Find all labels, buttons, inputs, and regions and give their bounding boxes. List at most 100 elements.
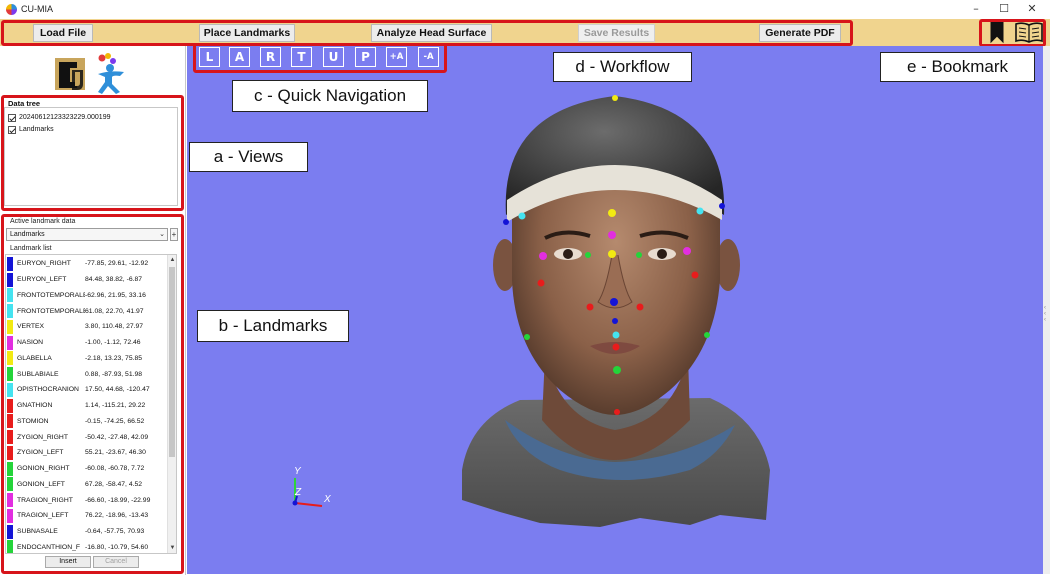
landmark-color-swatch xyxy=(7,382,13,397)
analyze-head-surface-button[interactable]: Analyze Head Surface xyxy=(371,24,492,42)
zoom-out-icon[interactable]: -A xyxy=(418,47,439,67)
landmark-coordinates: 55.21, -23.67, 46.30 xyxy=(85,449,146,457)
tree-item-label: Landmarks xyxy=(19,126,54,133)
landmark-name: GONION_LEFT xyxy=(17,480,65,488)
landmarks-callout: b - Landmarks xyxy=(197,310,349,342)
landmark-list-scrollbar[interactable]: ▲ ▼ xyxy=(167,255,176,553)
landmark-row[interactable]: GONION_RIGHT -60.08, -60.78, 7.72 xyxy=(7,461,167,477)
landmark-color-swatch xyxy=(7,367,13,382)
maximize-button[interactable]: ☐ xyxy=(996,2,1012,16)
landmarks-checkbox[interactable] xyxy=(8,125,16,134)
landmark-color-swatch xyxy=(7,477,13,492)
scroll-up-icon[interactable]: ▲ xyxy=(168,255,176,265)
landmark-row[interactable]: SUBNASALE -0.64, -57.75, 70.93 xyxy=(7,524,167,540)
cancel-button[interactable]: Cancel xyxy=(93,556,139,568)
axis-z-label: Z xyxy=(295,487,302,498)
landmark-color-swatch xyxy=(7,272,13,287)
splitter-handle-icon[interactable]: ‹ ‹ ‹ xyxy=(1044,305,1046,323)
chevron-down-icon: ⌄ xyxy=(159,231,165,238)
landmark-color-swatch xyxy=(7,351,13,366)
dataset-checkbox[interactable] xyxy=(8,113,16,122)
landmark-row[interactable]: GONION_LEFT 67.28, -58.47, 4.52 xyxy=(7,477,167,493)
landmark-color-swatch xyxy=(7,493,13,508)
landmark-name: ZYGION_RIGHT xyxy=(17,433,68,441)
landmark-coordinates: -0.15, -74.25, 66.52 xyxy=(85,417,145,425)
landmark-row[interactable]: FRONTOTEMPORALE -62.96, 21.95, 33.16 xyxy=(7,288,167,304)
landmark-color-swatch xyxy=(7,304,13,319)
view-under-icon[interactable]: U xyxy=(323,47,344,67)
landmark-row[interactable]: NASION -1.00, -1.12, 72.46 xyxy=(7,335,167,351)
generate-pdf-button[interactable]: Generate PDF xyxy=(759,24,841,42)
app-logo-icon xyxy=(6,4,17,15)
title-bar: CU-MIA – ☐ ✕ xyxy=(0,0,1050,19)
landmark-name: VERTEX xyxy=(17,323,45,331)
landmark-name: EURYON_RIGHT xyxy=(17,260,71,268)
tree-item-landmarks[interactable]: Landmarks xyxy=(8,124,54,135)
landmark-row[interactable]: TRAGION_LEFT 76.22, -18.96, -13.43 xyxy=(7,508,167,524)
landmark-color-swatch xyxy=(7,319,13,334)
view-top-icon[interactable]: T xyxy=(291,47,312,67)
close-button[interactable]: ✕ xyxy=(1024,2,1040,16)
landmark-row[interactable]: FRONTOTEMPORALE 61.08, 22.70, 41.97 xyxy=(7,303,167,319)
landmark-name: FRONTOTEMPORALE xyxy=(17,307,85,315)
landmark-coordinates: 1.14, -115.21, 29.22 xyxy=(85,402,146,410)
zoom-in-icon[interactable]: +A xyxy=(386,47,407,67)
load-file-button[interactable]: Load File xyxy=(33,24,93,42)
landmark-name: EURYON_LEFT xyxy=(17,276,67,284)
landmark-coordinates: -60.08, -60.78, 7.72 xyxy=(85,465,145,473)
landmark-color-swatch xyxy=(7,461,13,476)
app-window: CU-MIA – ☐ ✕ Load File Place Landmarks A… xyxy=(0,0,1050,575)
add-landmark-set-button[interactable]: + xyxy=(170,228,178,241)
landmark-coordinates: 3.80, 110.48, 27.97 xyxy=(85,323,144,331)
landmark-coordinates: 76.22, -18.96, -13.43 xyxy=(85,512,149,520)
landmark-color-swatch xyxy=(7,508,13,523)
university-logo xyxy=(50,50,136,96)
minimize-button[interactable]: – xyxy=(968,2,984,16)
landmark-row[interactable]: SUBLABIALE 0.88, -87.93, 51.98 xyxy=(7,366,167,382)
landmark-row[interactable]: EURYON_RIGHT -77.85, 29.61, -12.92 xyxy=(7,256,167,272)
book-icon[interactable] xyxy=(1014,20,1044,49)
landmark-color-swatch xyxy=(7,256,13,271)
scroll-thumb[interactable] xyxy=(169,267,175,457)
view-posterior-icon[interactable]: P xyxy=(355,47,376,67)
landmark-row[interactable]: ZYGION_LEFT 55.21, -23.67, 46.30 xyxy=(7,445,167,461)
landmark-row[interactable]: OPISTHOCRANION 17.50, 44.68, -120.47 xyxy=(7,382,167,398)
landmark-set-select[interactable]: Landmarks ⌄ xyxy=(6,228,168,241)
landmark-row[interactable]: ZYGION_RIGHT -50.42, -27.48, 42.09 xyxy=(7,429,167,445)
bookmark-icon[interactable] xyxy=(988,20,1006,49)
landmark-color-swatch xyxy=(7,540,13,553)
landmark-name: SUBLABIALE xyxy=(17,370,59,378)
landmark-row[interactable]: VERTEX 3.80, 110.48, 27.97 xyxy=(7,319,167,335)
view-right-icon[interactable]: R xyxy=(260,47,281,67)
landmark-name: FRONTOTEMPORALE xyxy=(17,291,85,299)
landmark-name: GONION_RIGHT xyxy=(17,465,70,473)
landmark-name: GLABELLA xyxy=(17,354,52,362)
landmark-row[interactable]: TRAGION_RIGHT -66.60, -18.99, -22.99 xyxy=(7,492,167,508)
place-landmarks-button[interactable]: Place Landmarks xyxy=(199,24,295,42)
landmark-name: SUBNASALE xyxy=(17,528,58,536)
landmark-coordinates: -16.80, -10.79, 54.60 xyxy=(85,543,149,551)
landmark-coordinates: 84.48, 38.82, -6.87 xyxy=(85,276,143,284)
landmark-name: ZYGION_LEFT xyxy=(17,449,64,457)
landmark-color-swatch xyxy=(7,398,13,413)
save-results-button[interactable]: Save Results xyxy=(578,24,655,42)
landmark-name: TRAGION_LEFT xyxy=(17,512,69,520)
landmark-row[interactable]: ENDOCANTHION_F -16.80, -10.79, 54.60 xyxy=(7,540,167,553)
tree-item-dataset[interactable]: 20240612123323229.000199 xyxy=(8,112,111,123)
landmark-color-swatch xyxy=(7,414,13,429)
landmark-coordinates: 61.08, 22.70, 41.97 xyxy=(85,307,144,315)
landmark-name: OPISTHOCRANION xyxy=(17,386,79,394)
landmark-coordinates: -2.18, 13.23, 75.85 xyxy=(85,354,143,362)
data-tree[interactable]: 20240612123323229.000199 Landmarks xyxy=(4,107,178,206)
landmark-row[interactable]: GLABELLA -2.18, 13.23, 75.85 xyxy=(7,351,167,367)
landmark-row[interactable]: STOMION -0.15, -74.25, 66.52 xyxy=(7,414,167,430)
landmark-row[interactable]: GNATHION 1.14, -115.21, 29.22 xyxy=(7,398,167,414)
view-left-icon[interactable]: L xyxy=(199,47,220,67)
landmark-name: ENDOCANTHION_F xyxy=(17,543,81,551)
landmark-set-value: Landmarks xyxy=(10,231,45,238)
scroll-down-icon[interactable]: ▼ xyxy=(168,543,176,553)
landmark-row[interactable]: EURYON_LEFT 84.48, 38.82, -6.87 xyxy=(7,272,167,288)
landmark-list[interactable]: ENDOCANTHION_F -16.80, -10.79, 54.60 SUBNA… xyxy=(5,254,177,554)
view-anterior-icon[interactable]: A xyxy=(229,47,250,67)
insert-button[interactable]: Insert xyxy=(45,556,91,568)
